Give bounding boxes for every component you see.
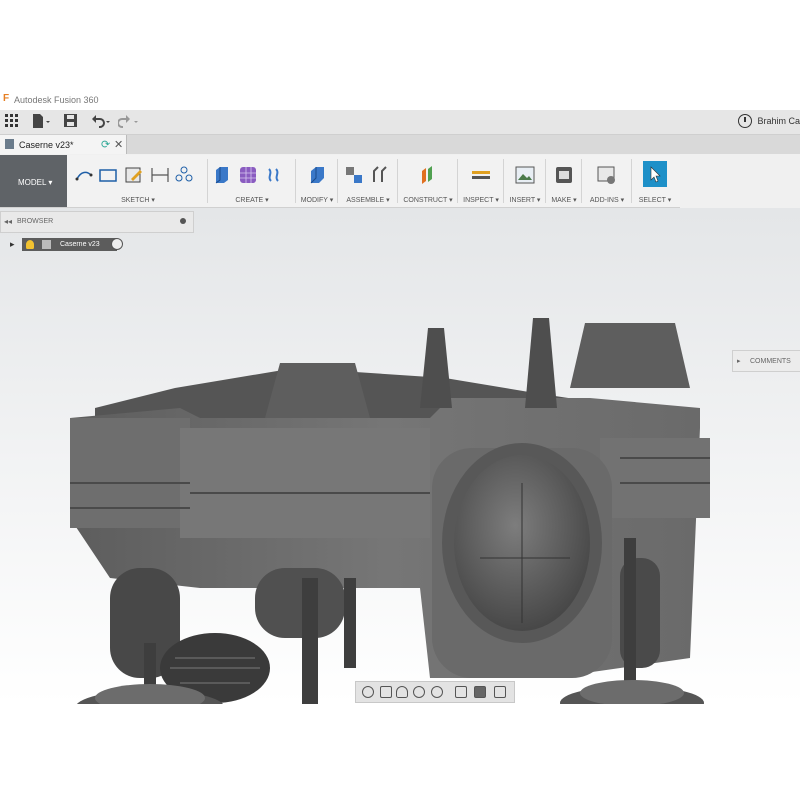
fusion-logo-icon: F xyxy=(3,93,10,104)
comments-title: COMMENTS xyxy=(750,358,791,365)
assemble-group-label[interactable]: ASSEMBLE ▾ xyxy=(338,196,398,204)
display-icon[interactable] xyxy=(455,686,467,698)
workspace-label: MODEL ▾ xyxy=(18,178,53,187)
expand-arrow-icon[interactable]: ▸ xyxy=(737,357,741,365)
redo-icon[interactable] xyxy=(117,114,140,130)
document-tab[interactable]: Caserne v23* ⟳ ✕ xyxy=(0,135,127,154)
dimension-tool-icon[interactable] xyxy=(150,165,170,185)
ribbon-toolbar: MODEL ▾ SKETCH ▾ CREATE ▾ MODIFY ▾ ASSEM… xyxy=(0,155,680,208)
collapse-arrow-icon[interactable]: ◂◂ xyxy=(4,217,12,226)
scripts-icon[interactable] xyxy=(597,165,617,185)
grid-view-icon[interactable] xyxy=(494,686,506,698)
construct-group: CONSTRUCT ▾ xyxy=(398,155,458,207)
press-pull-icon[interactable] xyxy=(307,165,327,185)
visual-style-icon[interactable] xyxy=(474,686,486,698)
save-icon[interactable] xyxy=(64,114,77,130)
fusion-app-window: F Autodesk Fusion 360 Brahim Ca Caserne … xyxy=(0,88,800,704)
pattern-icon[interactable] xyxy=(266,165,286,185)
fit-icon[interactable] xyxy=(431,686,443,698)
pan-icon[interactable] xyxy=(396,686,408,698)
canvas-viewport[interactable] xyxy=(0,208,800,704)
activate-radio-icon[interactable] xyxy=(111,238,123,250)
constraint-tool-icon[interactable] xyxy=(174,165,194,185)
look-at-icon[interactable] xyxy=(380,686,392,698)
rectangle-tool-icon[interactable] xyxy=(98,165,118,185)
3d-model-render[interactable] xyxy=(0,208,800,704)
inspect-group: INSPECT ▾ xyxy=(458,155,504,207)
sync-icon[interactable]: ⟳ xyxy=(101,138,110,151)
document-tab-bar: Caserne v23* ⟳ ✕ xyxy=(0,135,800,154)
modify-group: MODIFY ▾ xyxy=(296,155,338,207)
create-group-label[interactable]: CREATE ▾ xyxy=(208,196,296,204)
tree-root-label: Caserne v23 xyxy=(60,241,100,248)
pin-icon[interactable] xyxy=(180,218,186,224)
measure-icon[interactable] xyxy=(471,165,491,185)
file-icon[interactable] xyxy=(32,114,50,130)
workspace-switcher-button[interactable]: MODEL ▾ xyxy=(0,155,67,207)
construct-group-label[interactable]: CONSTRUCT ▾ xyxy=(398,196,458,204)
insert-image-icon[interactable] xyxy=(515,165,535,185)
document-icon xyxy=(5,139,14,149)
clock-icon[interactable] xyxy=(738,114,752,128)
close-tab-icon[interactable]: ✕ xyxy=(114,138,123,151)
light-bulb-icon[interactable] xyxy=(26,240,34,249)
orbit-icon[interactable] xyxy=(362,686,374,698)
browser-panel-header[interactable]: ◂◂ BROWSER xyxy=(0,211,194,233)
assemble-group: ASSEMBLE ▾ xyxy=(338,155,398,207)
sketch-group-label[interactable]: SKETCH ▾ xyxy=(68,196,208,204)
insert-group-label[interactable]: INSERT ▾ xyxy=(504,196,546,204)
line-tool-icon[interactable] xyxy=(74,165,94,185)
quick-access-toolbar: Brahim Ca xyxy=(0,110,800,135)
sketch-group: SKETCH ▾ xyxy=(68,155,208,207)
grid-icon[interactable] xyxy=(5,114,19,130)
zoom-icon[interactable] xyxy=(413,686,425,698)
make-group: MAKE ▾ xyxy=(546,155,582,207)
component-icon[interactable] xyxy=(344,165,364,185)
addins-group: ADD-INS ▾ xyxy=(582,155,632,207)
offset-plane-icon[interactable] xyxy=(418,165,438,185)
tree-root-node[interactable]: Caserne v23 xyxy=(22,238,117,251)
component-node-icon xyxy=(42,240,51,249)
select-group-label[interactable]: SELECT ▾ xyxy=(632,196,678,204)
modify-group-label[interactable]: MODIFY ▾ xyxy=(296,196,338,204)
undo-icon[interactable] xyxy=(90,114,112,130)
comments-panel[interactable]: ▸ COMMENTS xyxy=(732,350,800,372)
extrude-icon[interactable] xyxy=(212,165,232,185)
sketch-tool-icon[interactable] xyxy=(124,165,144,185)
create-group: CREATE ▾ xyxy=(208,155,296,207)
title-bar: F Autodesk Fusion 360 xyxy=(0,88,800,110)
inspect-group-label[interactable]: INSPECT ▾ xyxy=(458,196,504,204)
form-icon[interactable] xyxy=(238,165,258,185)
user-name[interactable]: Brahim Ca xyxy=(757,116,800,126)
select-cursor-icon[interactable] xyxy=(643,161,667,187)
document-tab-name: Caserne v23* xyxy=(19,140,74,150)
make-group-label[interactable]: MAKE ▾ xyxy=(546,196,582,204)
joint-icon[interactable] xyxy=(370,165,390,185)
select-group: SELECT ▾ xyxy=(632,155,678,207)
browser-title: BROWSER xyxy=(17,218,54,225)
addins-group-label[interactable]: ADD-INS ▾ xyxy=(582,196,632,204)
window-title: Autodesk Fusion 360 xyxy=(14,95,99,105)
expand-triangle-icon[interactable]: ▸ xyxy=(10,239,15,250)
insert-group: INSERT ▾ xyxy=(504,155,546,207)
navigation-bar xyxy=(355,681,515,703)
3d-print-icon[interactable] xyxy=(554,165,574,185)
